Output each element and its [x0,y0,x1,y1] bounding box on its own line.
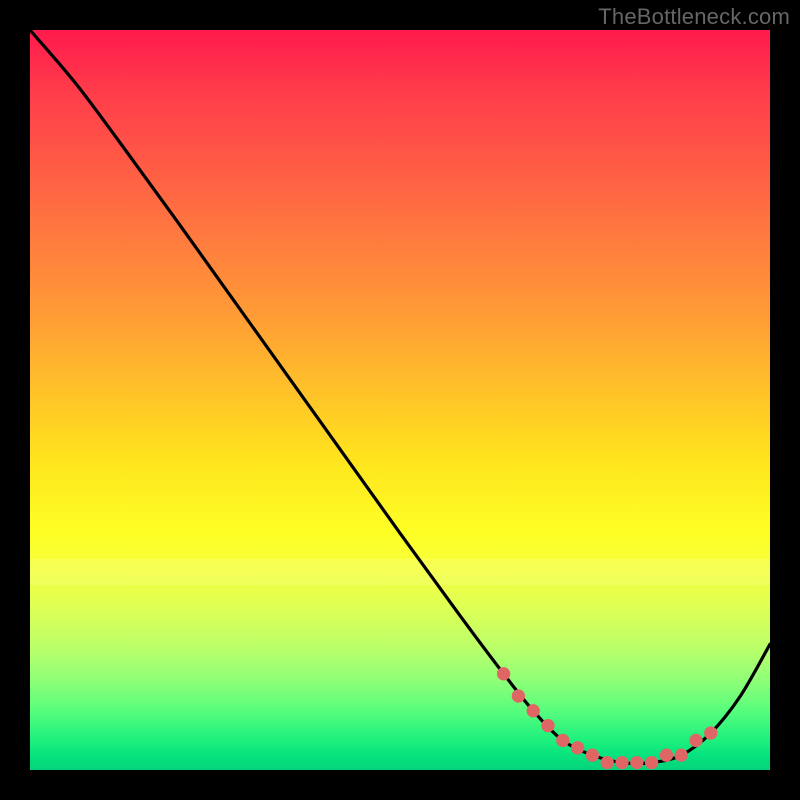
curve-marker [527,704,540,717]
watermark-text: TheBottleneck.com [598,4,790,30]
curve-marker [586,749,599,762]
curve-marker [571,741,584,754]
plot-area [30,30,770,770]
plot-svg [30,30,770,770]
bottleneck-curve [30,30,770,764]
curve-marker [541,719,554,732]
curve-marker [689,734,702,747]
curve-marker [601,756,614,769]
curve-marker [556,734,569,747]
curve-marker [704,726,717,739]
curve-marker [645,756,658,769]
curve-marker [675,749,688,762]
curve-marker [660,749,673,762]
curve-marker [630,756,643,769]
curve-marker [512,689,525,702]
marker-group [497,667,718,769]
curve-marker [497,667,510,680]
chart-frame: TheBottleneck.com [0,0,800,800]
curve-marker [615,756,628,769]
